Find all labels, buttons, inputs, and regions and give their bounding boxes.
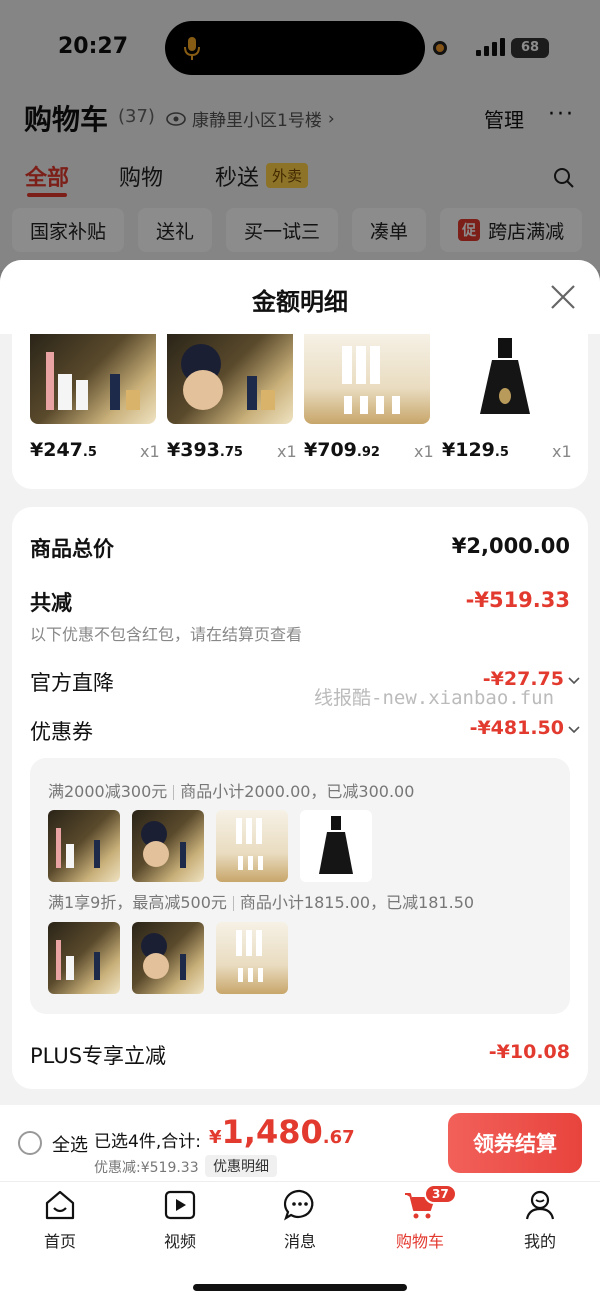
total-reduction-value: -¥519.33 <box>465 588 570 612</box>
product-thumbnail <box>300 810 372 882</box>
watermark-text: 线报酷-new.xianbao.fun <box>314 687 555 709</box>
home-indicator <box>193 1284 407 1291</box>
home-icon <box>45 1190 75 1220</box>
coupon-breakdown: 满2000减300元 商品小计2000.00，已减300.00 满1享9折，最高减… <box>30 758 570 1014</box>
tab-message-label: 消息 <box>283 1232 316 1251</box>
coupon-rule-2: 满1享9折，最高减500元 商品小计1815.00，已减181.50 <box>48 893 475 912</box>
discount-summary: 优惠减:¥519.33 <box>94 1160 199 1176</box>
product-thumbnail <box>216 922 288 994</box>
total-amount: ¥1,480.67 <box>209 1113 355 1151</box>
product-thumbnail <box>216 810 288 882</box>
product-price: ¥247.5 <box>30 439 97 461</box>
product-qty: x1 <box>552 442 572 461</box>
cart-badge: 37 <box>424 1184 457 1204</box>
user-icon <box>525 1190 555 1220</box>
coupon-value[interactable]: -¥481.50 <box>470 717 564 739</box>
product-thumbnail <box>132 810 204 882</box>
chevron-down-icon[interactable] <box>568 677 580 685</box>
product-image <box>304 334 430 424</box>
total-reduction-label: 共减 <box>30 591 72 615</box>
plus-discount-label: PLUS专享立减 <box>30 1044 167 1068</box>
checkout-bar: 全选 已选4件,合计: ¥1,480.67 优惠减:¥519.33 优惠明细 领… <box>0 1105 600 1181</box>
discount-detail-button[interactable]: 优惠明细 <box>205 1155 277 1177</box>
tab-cart-label: 购物车 <box>395 1232 444 1251</box>
product-price: ¥709.92 <box>304 439 380 461</box>
select-all-label[interactable]: 全选 <box>52 1131 88 1157</box>
tab-cart[interactable]: 37 购物车 <box>380 1184 460 1252</box>
product-qty: x1 <box>277 442 297 461</box>
total-price-value: ¥2,000.00 <box>451 534 570 558</box>
close-icon[interactable] <box>548 282 578 312</box>
amount-detail-sheet: 金额明细 ¥247.5 x1 ¥393.75 x1 ¥709.92 x1 ¥12… <box>0 260 600 1110</box>
selected-count: 已选4件,合计: <box>94 1132 201 1152</box>
tab-mine[interactable]: 我的 <box>500 1188 580 1252</box>
product-image <box>167 334 293 424</box>
amount-detail-card: 商品总价 ¥2,000.00 共减 -¥519.33 以下优惠不包含红包，请在结… <box>12 507 588 1089</box>
product-thumbnail <box>48 922 120 994</box>
product-qty: x1 <box>140 442 160 461</box>
select-all-radio[interactable] <box>18 1131 42 1155</box>
product-price: ¥393.75 <box>167 439 243 461</box>
product-thumbnail <box>48 810 120 882</box>
checkout-button[interactable]: 领券结算 <box>448 1113 582 1173</box>
coupon-rule-1: 满2000减300元 商品小计2000.00，已减300.00 <box>48 782 415 801</box>
coupon-1-products <box>48 810 372 882</box>
tab-home[interactable]: 首页 <box>20 1188 100 1252</box>
sheet-title: 金额明细 <box>252 288 348 316</box>
coupon-2-products <box>48 922 288 994</box>
plus-discount-value: -¥10.08 <box>488 1041 570 1063</box>
coupon-label: 优惠券 <box>30 720 93 744</box>
tab-video[interactable]: 视频 <box>140 1188 220 1252</box>
message-icon <box>283 1189 314 1221</box>
product-thumbnail <box>132 922 204 994</box>
tab-message[interactable]: 消息 <box>260 1188 340 1252</box>
tab-mine-label: 我的 <box>523 1232 556 1251</box>
total-price-label: 商品总价 <box>30 537 114 561</box>
product-price: ¥129.5 <box>442 439 509 461</box>
sheet-header: 金额明细 <box>0 260 600 334</box>
tab-home-label: 首页 <box>43 1232 76 1251</box>
official-discount-label: 官方直降 <box>30 671 114 695</box>
product-image <box>30 334 156 424</box>
product-qty: x1 <box>414 442 434 461</box>
video-icon <box>164 1190 196 1220</box>
products-strip: ¥247.5 x1 ¥393.75 x1 ¥709.92 x1 ¥129.5 x… <box>12 334 588 489</box>
product-image <box>442 334 568 424</box>
reduction-note: 以下优惠不包含红包，请在结算页查看 <box>30 625 303 644</box>
modal-overlay[interactable] <box>0 0 600 270</box>
tab-video-label: 视频 <box>163 1232 196 1251</box>
chevron-down-icon[interactable] <box>568 726 580 734</box>
